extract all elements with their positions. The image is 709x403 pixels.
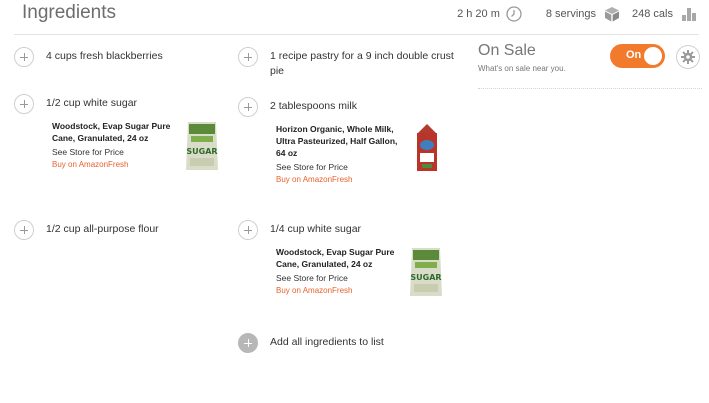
product-name[interactable]: Woodstock, Evap Sugar Pure Cane, Granula… (276, 246, 404, 270)
ingredient-item: 1/4 cup white sugar (238, 219, 456, 240)
ingredient-column-middle: 1 recipe pastry for a 9 inch double crus… (238, 46, 456, 353)
cube-icon (605, 7, 620, 22)
add-ingredient-button[interactable] (14, 47, 34, 67)
ingredient-item: 4 cups fresh blackberries (14, 46, 220, 93)
product-name[interactable]: Horizon Organic, Whole Milk, Ultra Paste… (276, 123, 408, 159)
buy-link[interactable]: Buy on AmazonFresh (276, 175, 456, 185)
on-sale-divider (478, 88, 702, 89)
add-ingredient-button[interactable] (14, 94, 34, 114)
product-suggestion: Woodstock, Evap Sugar Pure Cane, Granula… (52, 120, 220, 196)
add-ingredient-button[interactable] (238, 97, 258, 117)
ingredient-column-left: 4 cups fresh blackberries 1/2 cup white … (14, 46, 220, 240)
product-suggestion: Woodstock, Evap Sugar Pure Cane, Granula… (276, 246, 456, 326)
on-sale-toggle[interactable]: On (610, 44, 665, 68)
ingredient-text: 1/2 cup white sugar (46, 97, 138, 109)
plus-icon[interactable] (238, 333, 258, 353)
on-sale-panel: On Sale What's on sale near you. On (478, 42, 702, 89)
ingredient-item: 2 tablespoons milk (238, 96, 456, 117)
clock-icon (506, 6, 522, 22)
time-label: 2 h 20 m (457, 8, 500, 20)
sugar-bag-image[interactable]: SUGAR (184, 120, 220, 172)
ingredients-header: Ingredients 2 h 20 m 8 servings 248 cals (0, 0, 709, 34)
add-all-label[interactable]: Add all ingredients to list (270, 332, 384, 350)
milk-carton-image[interactable] (414, 123, 440, 173)
ingredient-text: 2 tablespoons milk (270, 100, 357, 112)
ingredient-text: 1 recipe pastry for a 9 inch double crus… (270, 50, 454, 77)
add-all-ingredients-button[interactable]: Add all ingredients to list (238, 332, 456, 353)
on-sale-subtitle: What's on sale near you. (478, 64, 566, 73)
ingredient-item: 1/2 cup all-purpose flour (14, 219, 220, 240)
svg-text:SUGAR: SUGAR (410, 273, 441, 282)
add-ingredient-button[interactable] (238, 220, 258, 240)
on-sale-title: On Sale (478, 42, 536, 59)
ingredient-item: 1/2 cup white sugar (14, 93, 220, 114)
add-ingredient-button[interactable] (238, 47, 258, 67)
ingredient-text: 1/2 cup all-purpose flour (46, 223, 159, 235)
settings-button[interactable] (676, 45, 700, 69)
stat-time: 2 h 20 m (457, 6, 522, 22)
ingredient-item: 1 recipe pastry for a 9 inch double crus… (238, 46, 456, 96)
gear-icon (681, 50, 695, 64)
product-suggestion: Horizon Organic, Whole Milk, Ultra Paste… (276, 123, 456, 219)
stat-calories: 248 cals (632, 6, 697, 22)
bar-chart-icon[interactable] (681, 6, 697, 22)
calories-label: 248 cals (632, 8, 673, 20)
product-name[interactable]: Woodstock, Evap Sugar Pure Cane, Granula… (52, 120, 180, 144)
toggle-knob[interactable] (644, 47, 662, 65)
sugar-bag-image[interactable]: SUGAR (408, 246, 444, 298)
ingredient-text: 4 cups fresh blackberries (46, 50, 163, 62)
header-divider (14, 34, 699, 35)
add-ingredient-button[interactable] (14, 220, 34, 240)
recipe-stats: 2 h 20 m 8 servings 248 cals (457, 6, 697, 22)
toggle-label: On (626, 49, 642, 61)
stat-servings: 8 servings (546, 6, 620, 22)
ingredient-text: 1/4 cup white sugar (270, 223, 362, 235)
svg-text:SUGAR: SUGAR (186, 147, 217, 156)
servings-label: 8 servings (545, 8, 597, 20)
page-title: Ingredients (22, 2, 117, 23)
